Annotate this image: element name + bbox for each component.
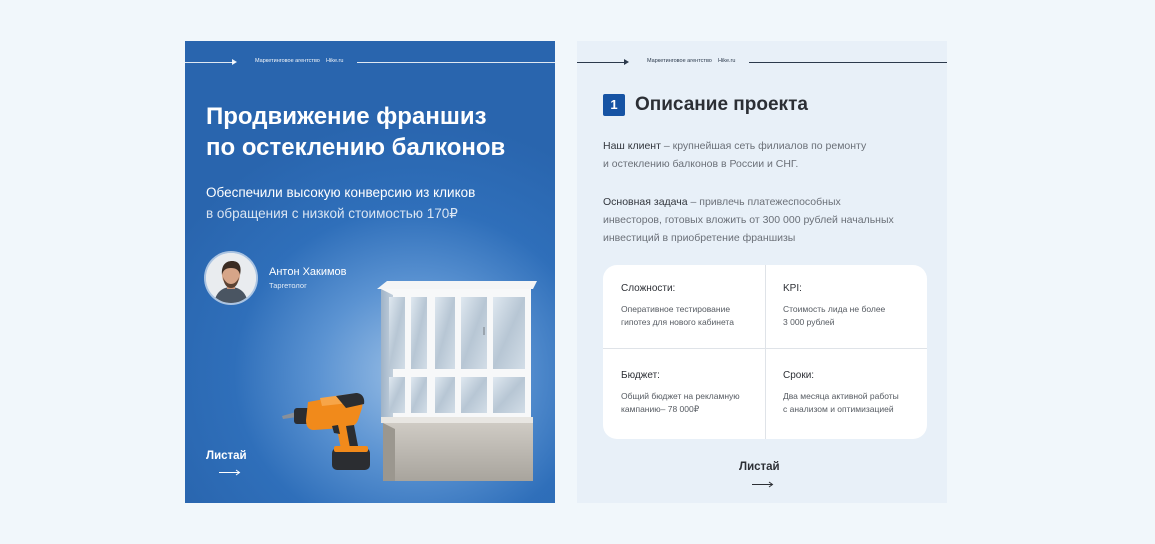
- info-cell-text-line-1: Оперативное тестирование: [621, 304, 731, 314]
- info-cell-label: Сроки:: [783, 370, 815, 381]
- info-cell-timeline: Сроки: Два месяца активной работы с анал…: [765, 352, 927, 439]
- task-text-line-1: – привлечь платежеспособных: [687, 196, 841, 208]
- header-agency-label: Маркетинговое агентство: [647, 58, 712, 64]
- author-photo-icon: [206, 253, 256, 303]
- swipe-hint-label[interactable]: Листай: [739, 461, 780, 473]
- cover-title-line-2: по остеклению балконов: [206, 134, 506, 161]
- info-cell-text: Два месяца активной работы с анализом и …: [783, 390, 923, 416]
- header-arrow-line: [185, 62, 235, 63]
- slide-header: Маркетинговое агентство Hike.ru: [185, 58, 555, 68]
- arrow-right-icon: [232, 59, 237, 65]
- task-text-line-2: инвесторов, готовых вложить от 300 000 р…: [603, 214, 894, 226]
- info-cell-text-line-1: Два месяца активной работы: [783, 391, 899, 401]
- header-divider: [749, 62, 947, 63]
- info-cell-kpi: KPI: Стоимость лида не более 3 000 рубле…: [765, 265, 927, 352]
- slide-project-description: Маркетинговое агентство Hike.ru 1 Описан…: [577, 41, 947, 503]
- swipe-hint-label[interactable]: Листай: [206, 450, 247, 462]
- task-lead: Основная задача: [603, 196, 688, 208]
- info-cell-text-line-2: гипотез для нового кабинета: [621, 317, 734, 327]
- balcony-window-illustration: [375, 279, 545, 489]
- info-cell-text: Стоимость лида не более 3 000 рублей: [783, 303, 923, 329]
- task-paragraph: Основная задача – привлечь платежеспособ…: [603, 193, 933, 247]
- section-title: Описание проекта: [635, 94, 808, 115]
- info-cell-text-line-1: Стоимость лида не более: [783, 304, 886, 314]
- cover-subtitle-line-1: Обеспечили высокую конверсию из кликов: [206, 185, 476, 200]
- long-arrow-right-icon[interactable]: [219, 469, 241, 476]
- info-cell-text-line-2: кампанию– 78 000₽: [621, 404, 700, 414]
- header-arrow-line: [577, 62, 627, 63]
- info-cell-text: Общий бюджет на рекламную кампанию– 78 0…: [621, 390, 761, 416]
- cover-subtitle: Обеспечили высокую конверсию из кликов в…: [206, 182, 536, 224]
- info-cell-text: Оперативное тестирование гипотез для нов…: [621, 303, 761, 329]
- info-cell-label: Сложности:: [621, 283, 676, 294]
- client-text-line-1: – крупнейшая сеть филиалов по ремонту: [660, 140, 867, 152]
- info-cell-label: KPI:: [783, 283, 802, 294]
- client-lead: Наш клиент: [603, 140, 661, 152]
- task-text-line-3: инвестиций в приобретение франшизы: [603, 232, 796, 244]
- info-cell-budget: Бюджет: Общий бюджет на рекламную кампан…: [603, 352, 765, 439]
- info-cell-text-line-2: с анализом и оптимизацией: [783, 404, 894, 414]
- client-paragraph: Наш клиент – крупнейшая сеть филиалов по…: [603, 137, 933, 173]
- info-cell-label: Бюджет:: [621, 370, 660, 381]
- cover-title: Продвижение франшиз по остеклению балкон…: [206, 101, 536, 163]
- author-role: Таргетолог: [269, 281, 307, 290]
- header-site-link[interactable]: Hike.ru: [326, 58, 343, 64]
- info-cell-text-line-2: 3 000 рублей: [783, 317, 835, 327]
- header-site-link[interactable]: Hike.ru: [718, 58, 735, 64]
- arrow-right-icon: [624, 59, 629, 65]
- cordless-drill-illustration: [280, 386, 390, 481]
- cover-subtitle-line-2: в обращения с низкой стоимостью 170₽: [206, 206, 458, 221]
- section-number-badge: 1: [603, 94, 625, 116]
- client-text-line-2: и остеклению балконов в России и СНГ.: [603, 158, 799, 170]
- long-arrow-right-icon[interactable]: [752, 481, 774, 488]
- cover-title-line-1: Продвижение франшиз: [206, 103, 487, 130]
- header-agency-label: Маркетинговое агентство: [255, 58, 320, 64]
- author-name: Антон Хакимов: [269, 266, 347, 278]
- project-info-grid: Сложности: Оперативное тестирование гипо…: [603, 265, 927, 439]
- info-cell-difficulties: Сложности: Оперативное тестирование гипо…: [603, 265, 765, 352]
- info-cell-text-line-1: Общий бюджет на рекламную: [621, 391, 740, 401]
- author-avatar: [206, 253, 256, 303]
- slide-header: Маркетинговое агентство Hike.ru: [577, 58, 947, 68]
- header-divider: [357, 62, 555, 63]
- slide-cover: Маркетинговое агентство Hike.ru Продвиже…: [185, 41, 555, 503]
